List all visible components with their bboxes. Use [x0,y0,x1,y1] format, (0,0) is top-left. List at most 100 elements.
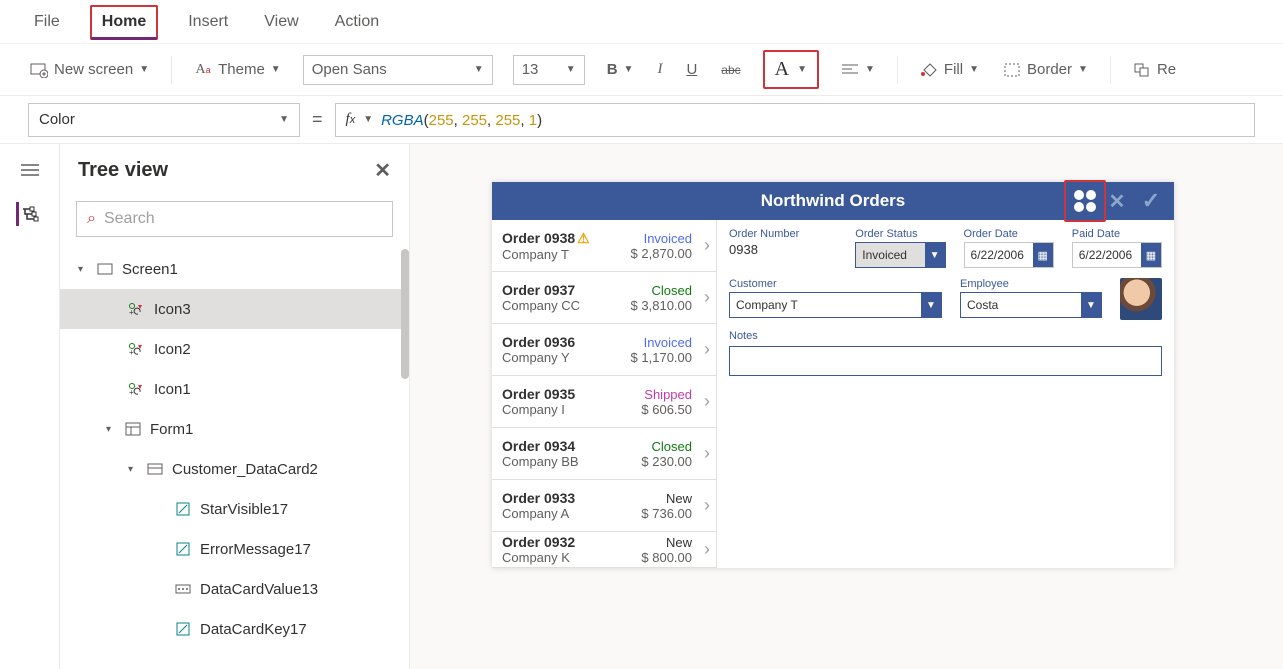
app-title-bar: Northwind Orders ✕ ✓ [492,182,1174,220]
border-label: Border [1027,61,1072,78]
app-preview: Northwind Orders ✕ ✓ Order 0938⚠Company … [492,182,1174,568]
canvas[interactable]: Northwind Orders ✕ ✓ Order 0938⚠Company … [410,144,1283,669]
menu-view[interactable]: View [258,5,304,39]
theme-label: Theme [218,61,265,78]
font-size-select[interactable]: 13 ▼ [513,55,585,85]
chevron-down-icon: ▼ [279,114,289,125]
italic-button[interactable]: I [655,59,664,80]
tree-node-datacardkey[interactable]: DataCardKey17 [60,609,409,649]
submit-icon[interactable]: ✓ [1134,184,1168,218]
search-input[interactable]: ⌕ Search [76,201,393,237]
tree-node-errormsg[interactable]: ErrorMessage17 [60,529,409,569]
gallery-item[interactable]: Order 0938⚠Company TInvoiced$ 2,870.00› [492,220,716,272]
font-family-value: Open Sans [312,61,387,78]
gallery-item[interactable]: Order 0937Company CCClosed$ 3,810.00› [492,272,716,324]
order-date-picker[interactable]: 6/22/2006▦ [964,242,1054,268]
tree-node-icon2[interactable]: +Icon2 [60,329,409,369]
icon-control-icon: + [128,380,146,398]
bold-button[interactable]: B ▼ [605,59,636,80]
font-size-value: 13 [522,61,539,78]
field-label: Order Number [729,228,837,240]
chevron-down-icon: ▼ [1081,293,1101,317]
menu-insert[interactable]: Insert [182,5,234,39]
chevron-down-icon: ▼ [865,64,875,75]
ribbon: New screen ▼ Aa Theme ▼ Open Sans ▼ 13 ▼… [0,44,1283,96]
menu-action[interactable]: Action [329,5,385,39]
gallery-item[interactable]: Order 0936Company YInvoiced$ 1,170.00› [492,324,716,376]
tree-node-icon3[interactable]: +Icon3 [60,289,409,329]
hamburger-icon[interactable] [18,158,42,182]
svg-text:+: + [129,308,134,316]
tree-node-screen1[interactable]: ▾Screen1 [60,249,409,289]
field-label: Employee [960,278,1102,290]
chevron-down-icon: ▼ [566,64,576,75]
cancel-icon[interactable]: ✕ [1100,184,1134,218]
formula-text: RGBA(255, 255, 255, 1) [381,111,542,129]
gallery-item[interactable]: Order 0935Company IShipped$ 606.50› [492,376,716,428]
menu-file[interactable]: File [28,5,66,39]
reorder-button[interactable]: Re [1131,59,1178,81]
calendar-icon: ▦ [1033,243,1053,267]
employee-avatar [1120,278,1162,320]
equals-label: = [312,109,323,130]
property-select[interactable]: Color ▼ [28,103,300,137]
add-icon[interactable] [1068,184,1102,218]
scrollbar[interactable] [401,249,409,379]
fill-label: Fill [944,61,963,78]
employee-select[interactable]: Costa▼ [960,292,1102,318]
tree-node-starvisible[interactable]: StarVisible17 [60,489,409,529]
align-icon [841,61,859,79]
tree-view-icon[interactable] [16,202,40,226]
field-label: Customer [729,278,942,290]
order-status-select[interactable]: Invoiced▼ [855,242,945,268]
fill-icon [920,61,938,79]
paid-date-picker[interactable]: 6/22/2006▦ [1072,242,1162,268]
chevron-right-icon: › [704,391,710,412]
theme-icon: Aa [194,61,212,79]
underline-button[interactable]: U [684,59,699,80]
field-label: Order Status [855,228,945,240]
svg-text:+: + [129,348,134,356]
tree-node-form1[interactable]: ▾Form1 [60,409,409,449]
tree-node-datacardvalue[interactable]: DataCardValue13 [60,569,409,609]
main-area: Tree view ✕ ⌕ Search ▾Screen1 +Icon3 +Ic… [0,144,1283,669]
font-color-button[interactable]: A▼ [763,50,819,89]
chevron-down-icon: ▼ [797,64,807,75]
reorder-label: Re [1157,61,1176,78]
theme-button[interactable]: Aa Theme ▼ [192,59,283,81]
reorder-icon [1133,61,1151,79]
menu-home[interactable]: Home [90,5,158,40]
datacard-icon [146,460,164,478]
label-icon [174,500,192,518]
field-label: Paid Date [1072,228,1162,240]
new-screen-icon [30,61,48,79]
strike-button[interactable]: abc [719,61,742,79]
left-rail [0,144,60,669]
close-icon[interactable]: ✕ [374,158,391,183]
label-icon [174,540,192,558]
new-screen-label: New screen [54,61,133,78]
chevron-down-icon: ▼ [139,64,149,75]
chevron-down-icon: ▼ [271,64,281,75]
gallery-item[interactable]: Order 0934Company BBClosed$ 230.00› [492,428,716,480]
icon-control-icon: + [128,300,146,318]
align-button[interactable]: ▼ [839,59,877,81]
fill-button[interactable]: Fill ▼ [918,59,981,81]
chevron-right-icon: › [704,495,710,516]
gallery-item[interactable]: Order 0933Company ANew$ 736.00› [492,480,716,532]
chevron-down-icon: ▼ [969,64,979,75]
property-name: Color [39,111,75,128]
tree-node-icon1[interactable]: +Icon1 [60,369,409,409]
tree-title: Tree view [78,159,168,182]
gallery-item[interactable]: Order 0932Company KNew$ 800.00› [492,532,716,568]
font-family-select[interactable]: Open Sans ▼ [303,55,493,85]
order-gallery[interactable]: Order 0938⚠Company TInvoiced$ 2,870.00› … [492,220,717,568]
formula-input[interactable]: fx ▼ RGBA(255, 255, 255, 1) [335,103,1255,137]
detail-form: Order Number 0938 Order Status Invoiced▼… [717,220,1174,568]
warning-icon: ⚠ [577,230,590,246]
tree-node-customer-card[interactable]: ▾Customer_DataCard2 [60,449,409,489]
notes-input[interactable] [729,346,1162,376]
border-button[interactable]: Border ▼ [1001,59,1090,81]
customer-select[interactable]: Company T▼ [729,292,942,318]
new-screen-button[interactable]: New screen ▼ [28,59,151,81]
